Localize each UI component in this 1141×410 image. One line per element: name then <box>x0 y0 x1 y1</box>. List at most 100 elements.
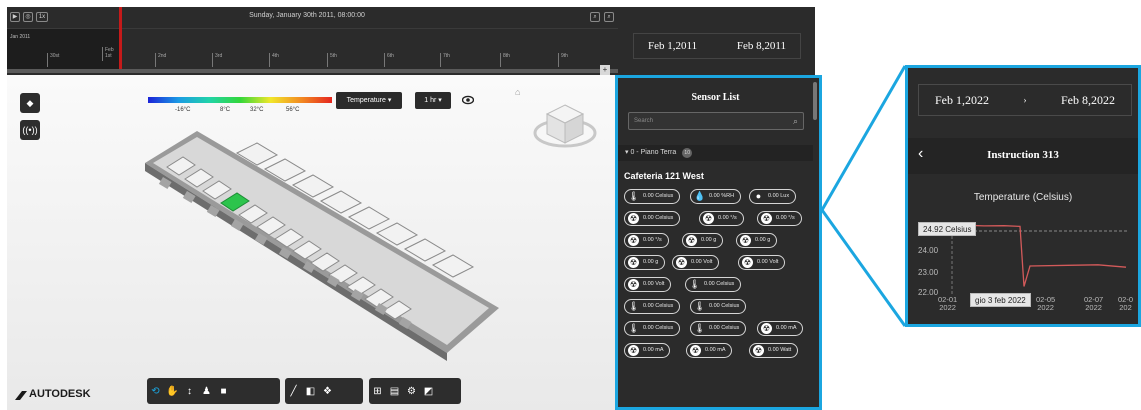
zoom-out-icon[interactable]: ⌕ <box>604 12 614 22</box>
sensor-chip[interactable]: 🌡 0.00 Celsius <box>624 321 681 336</box>
zoom-in-icon[interactable]: ⌕ <box>590 12 600 22</box>
detail-date-range[interactable]: Feb 1,2022 › Feb 8,2022 <box>918 84 1132 116</box>
play-icon[interactable]: ▶ <box>10 12 20 22</box>
model-browser-icon[interactable]: ⊞ <box>369 386 386 397</box>
chip-label: 0.00 Volt <box>757 259 779 265</box>
y-tick: 24.00 <box>918 246 939 255</box>
thermometer-icon: 🌡 <box>628 301 640 311</box>
walk-icon[interactable]: ♟ <box>198 386 215 397</box>
settings-icon[interactable]: ⚙ <box>403 386 420 397</box>
detail-range-start[interactable]: Feb 1,2022 <box>935 93 989 108</box>
search-placeholder: Search <box>634 118 654 124</box>
x-tick: 02-07 2022 <box>1084 295 1104 312</box>
speed-button[interactable]: 1x <box>36 12 48 22</box>
pan-icon[interactable]: ✋ <box>164 386 181 397</box>
sensor-chip[interactable]: ☢ 0.00 °/s <box>624 233 669 248</box>
sensor-chip[interactable]: ☢ 0.00 mA <box>686 343 733 358</box>
chip-label: 0.00 Volt <box>643 281 665 287</box>
sensor-chip[interactable]: ☢ 0.00 Watt <box>749 343 799 358</box>
chip-label: 0.00 Watt <box>768 347 792 353</box>
measure-icon[interactable]: ╱ <box>285 386 302 397</box>
sensor-search-input[interactable]: Search ⌕ <box>628 112 804 130</box>
loop-icon[interactable]: ◎ <box>23 12 33 22</box>
building-model[interactable] <box>137 123 507 363</box>
sensor-icon: ☢ <box>686 235 697 246</box>
timeline-tick: 6th <box>384 53 394 67</box>
floor-label: ▾ 0 - Piano Terra <box>625 149 677 156</box>
thermometer-icon: 🌡 <box>628 191 640 201</box>
sensor-icon: ☢ <box>628 235 639 246</box>
date-range-picker[interactable]: Feb 1,2011 Feb 8,2011 <box>633 33 801 59</box>
orbit-icon[interactable]: ⟲ <box>147 386 164 397</box>
chip-label: 0.00 Celsius <box>643 193 674 199</box>
timeline-tick: 30st <box>47 53 59 67</box>
chip-label: 0.00 °/s <box>718 215 737 221</box>
sensor-chip[interactable]: ☢ 0.00 mA <box>624 343 671 358</box>
range-end[interactable]: Feb 8,2011 <box>737 40 786 52</box>
properties-icon[interactable]: ▤ <box>386 386 403 397</box>
sensor-chip[interactable]: ☢ 0.00 g <box>682 233 724 248</box>
chip-label: 0.00 Lux <box>768 193 790 199</box>
sensor-chip[interactable]: 🌡 0.00 Celsius <box>685 277 742 292</box>
panel-scrollbar[interactable] <box>813 82 817 120</box>
chip-label: 0.00 g <box>755 237 771 243</box>
scale-label: 32°C <box>250 107 264 113</box>
range-start[interactable]: Feb 1,2011 <box>648 40 697 52</box>
sensor-chip[interactable]: 🌡 0.00 Celsius <box>624 189 681 204</box>
layers-icon[interactable]: ◆ <box>20 93 40 113</box>
instruction-header: ‹ Instruction 313 <box>908 138 1138 174</box>
search-icon[interactable]: ⌕ <box>793 116 798 126</box>
sensor-icon: ☢ <box>628 213 639 224</box>
sensor-chip[interactable]: ☢ 0.00 mA <box>757 321 804 336</box>
light-icon: ● <box>755 191 762 201</box>
sensor-chip[interactable]: 🌡 0.00 Celsius <box>624 299 681 314</box>
sensor-chip[interactable]: ☢ 0.00 g <box>736 233 778 248</box>
sensor-chip[interactable]: ● 0.00 Lux <box>749 189 797 204</box>
sensor-chip[interactable]: ☢ 0.00 Volt <box>624 277 672 292</box>
timeline-cursor[interactable] <box>119 7 122 73</box>
thermometer-icon: 🌡 <box>694 301 706 311</box>
interval-dropdown[interactable]: 1 hr ▾ <box>415 92 451 109</box>
date-tooltip: gio 3 feb 2022 <box>970 293 1031 307</box>
detail-range-end[interactable]: Feb 8,2022 <box>1061 93 1115 108</box>
zoom-icon[interactable]: ↕ <box>181 386 198 397</box>
chip-label: 0.00 Celsius <box>709 325 740 331</box>
sensor-signal-icon[interactable]: ((•)) <box>20 120 40 140</box>
model-viewer[interactable]: ◆ ((•)) -16°C 8°C 32°C 56°C Temperature … <box>7 75 618 410</box>
timeline[interactable]: ▶ ◎ 1x Sunday, January 30th 2011, 08:00:… <box>7 7 618 75</box>
sensor-icon: ☢ <box>628 279 639 290</box>
sensor-chip[interactable]: 💧 0.00 %RH <box>690 189 742 204</box>
chip-label: 0.00 mA <box>776 325 797 331</box>
sensor-chip[interactable]: 🌡 0.00 Celsius <box>690 321 747 336</box>
sensor-chip[interactable]: ☢ 0.00 g <box>624 255 666 270</box>
camera-icon[interactable]: ■ <box>215 386 232 397</box>
sensor-icon: ☢ <box>753 345 764 356</box>
timeline-tick: 7th <box>440 53 450 67</box>
sensor-chip[interactable]: ☢ 0.00 °/s <box>699 211 744 226</box>
floor-group-header[interactable]: ▾ 0 - Piano Terra 10 <box>618 145 813 161</box>
chip-label: 0.00 Celsius <box>643 325 674 331</box>
sensor-icon: ☢ <box>676 257 687 268</box>
eye-icon[interactable] <box>462 95 474 105</box>
chip-label: 0.00 Celsius <box>709 303 740 309</box>
view-cube-icon[interactable] <box>533 99 597 151</box>
sensor-chip[interactable]: ☢ 0.00 °/s <box>757 211 802 226</box>
explode-icon[interactable]: ❖ <box>319 386 336 397</box>
chip-label: 0.00 mA <box>705 347 726 353</box>
timeline-scrollbar[interactable] <box>7 69 618 73</box>
metric-dropdown[interactable]: Temperature ▾ <box>336 92 402 109</box>
scale-label: 8°C <box>220 107 231 113</box>
timeline-year: Jan 2011 <box>10 34 31 40</box>
sensor-chip[interactable]: ☢ 0.00 Volt <box>738 255 786 270</box>
chart-area: Temperature (Celsius) 24.92 Celsius 24.0… <box>908 174 1138 324</box>
sensor-chip[interactable]: 🌡 0.00 Celsius <box>690 299 747 314</box>
sensor-icon: ☢ <box>628 345 639 356</box>
x-tick: 02-01 2022 <box>938 295 958 312</box>
sensor-chip[interactable]: ☢ 0.00 Volt <box>672 255 720 270</box>
back-arrow-icon[interactable]: ‹ <box>918 145 923 163</box>
fullscreen-icon[interactable]: ◩ <box>420 386 437 397</box>
sensor-chip[interactable]: ☢ 0.00 Celsius <box>624 211 681 226</box>
home-icon[interactable]: ⌂ <box>515 87 520 97</box>
add-icon[interactable]: + <box>600 65 610 75</box>
section-icon[interactable]: ◧ <box>302 386 319 397</box>
